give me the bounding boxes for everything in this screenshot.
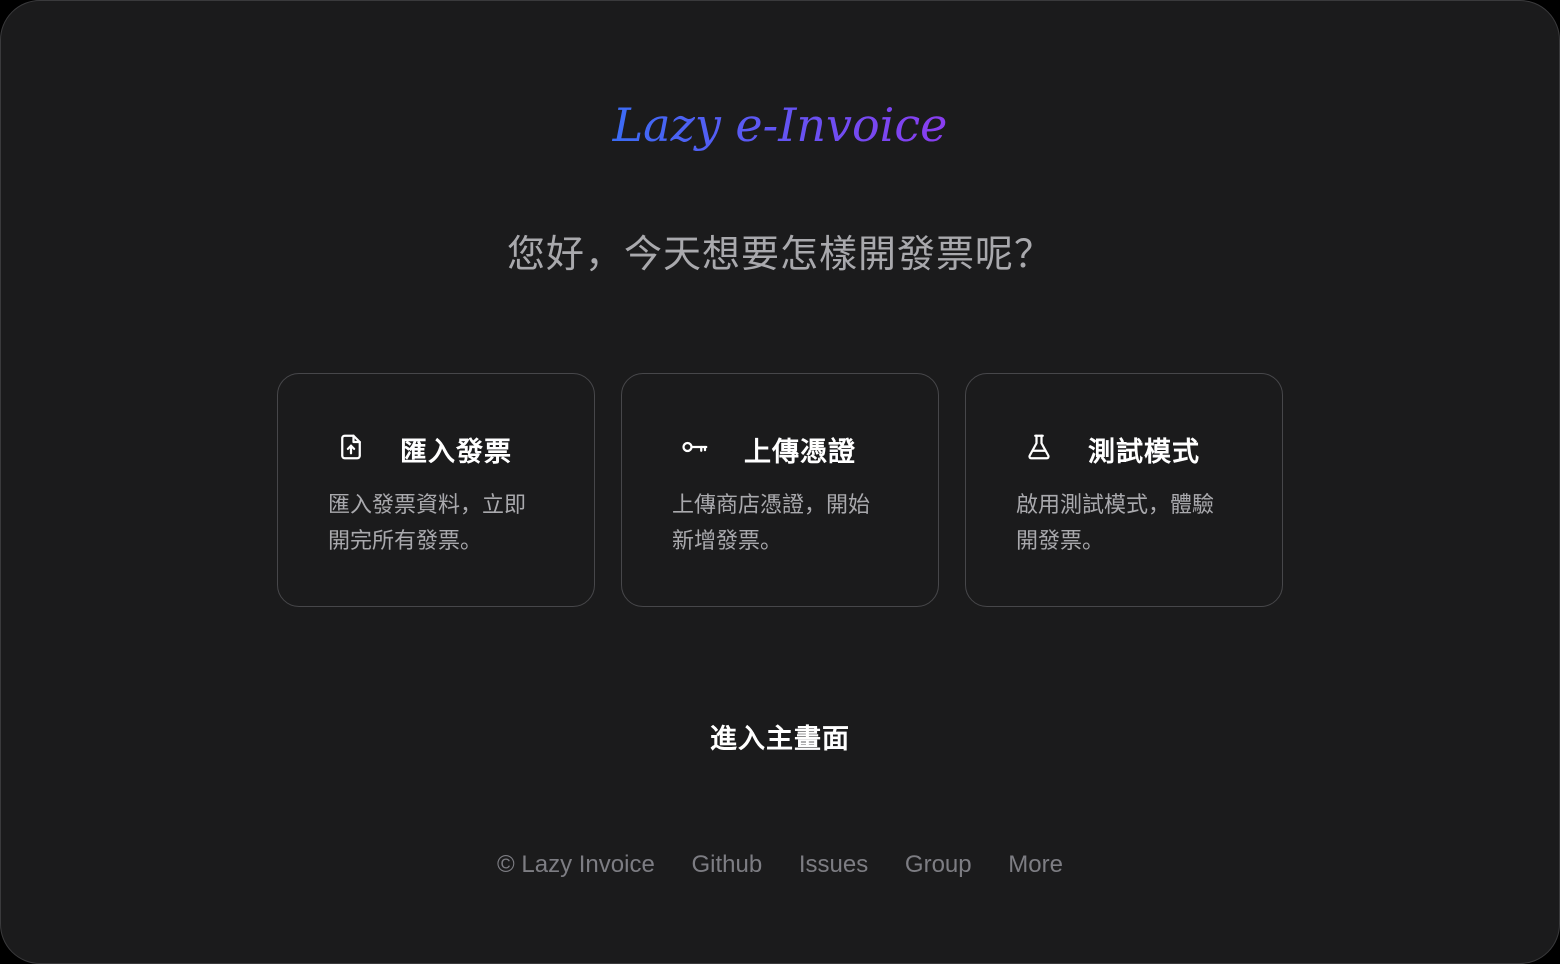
github-link[interactable]: Github: [691, 851, 762, 878]
card-title: 匯入發票: [400, 437, 512, 468]
upload-certificate-card[interactable]: 上傳憑證 上傳商店憑證，開始 新增發票。: [621, 373, 939, 607]
option-cards: 匯入發票 匯入發票資料，立即 開完所有發票。 上傳憑證 上傳商店憑證，開始 新增…: [277, 373, 1285, 609]
more-link[interactable]: More: [1008, 851, 1063, 878]
group-link[interactable]: Group: [905, 851, 972, 878]
card-description-line: 新增發票。: [672, 529, 783, 554]
enter-main-button[interactable]: 進入主畫面: [710, 724, 850, 755]
flask-icon: [1024, 432, 1054, 462]
card-description: 上傳商店憑證，開始 新增發票。: [672, 488, 904, 560]
logo: Lazy e-Invoice: [1, 87, 1559, 167]
logo-text: Lazy e-Invoice: [612, 98, 948, 152]
file-upload-icon: [336, 432, 366, 462]
card-description: 匯入發票資料，立即 開完所有發票。: [328, 488, 560, 560]
card-description-line: 啟用測試模式，體驗: [1016, 493, 1215, 518]
greeting-heading: 您好，今天想要怎樣開發票呢？: [506, 232, 1053, 276]
footer: © Lazy Invoice Github Issues Group More: [1, 851, 1559, 879]
import-invoice-card[interactable]: 匯入發票 匯入發票資料，立即 開完所有發票。: [277, 373, 595, 607]
card-description-line: 開發票。: [1016, 529, 1105, 554]
enter-main-wrapper: 進入主畫面: [1, 717, 1559, 756]
card-title: 測試模式: [1088, 437, 1200, 468]
issues-link[interactable]: Issues: [799, 851, 868, 878]
logo-wordmark: Lazy e-Invoice: [612, 98, 948, 152]
card-description-line: 上傳商店憑證，開始: [672, 493, 871, 518]
card-description: 啟用測試模式，體驗 開發票。: [1016, 488, 1248, 560]
card-description-line: 匯入發票資料，立即: [328, 493, 527, 518]
test-mode-card[interactable]: 測試模式 啟用測試模式，體驗 開發票。: [965, 373, 1283, 607]
copyright-text: © Lazy Invoice: [497, 851, 655, 878]
app-window: Lazy e-Invoice 您好，今天想要怎樣開發票呢？ 匯入發票 匯入發票資…: [0, 0, 1560, 964]
card-description-line: 開完所有發票。: [328, 529, 483, 554]
key-icon: [680, 432, 710, 462]
card-title: 上傳憑證: [744, 437, 856, 468]
